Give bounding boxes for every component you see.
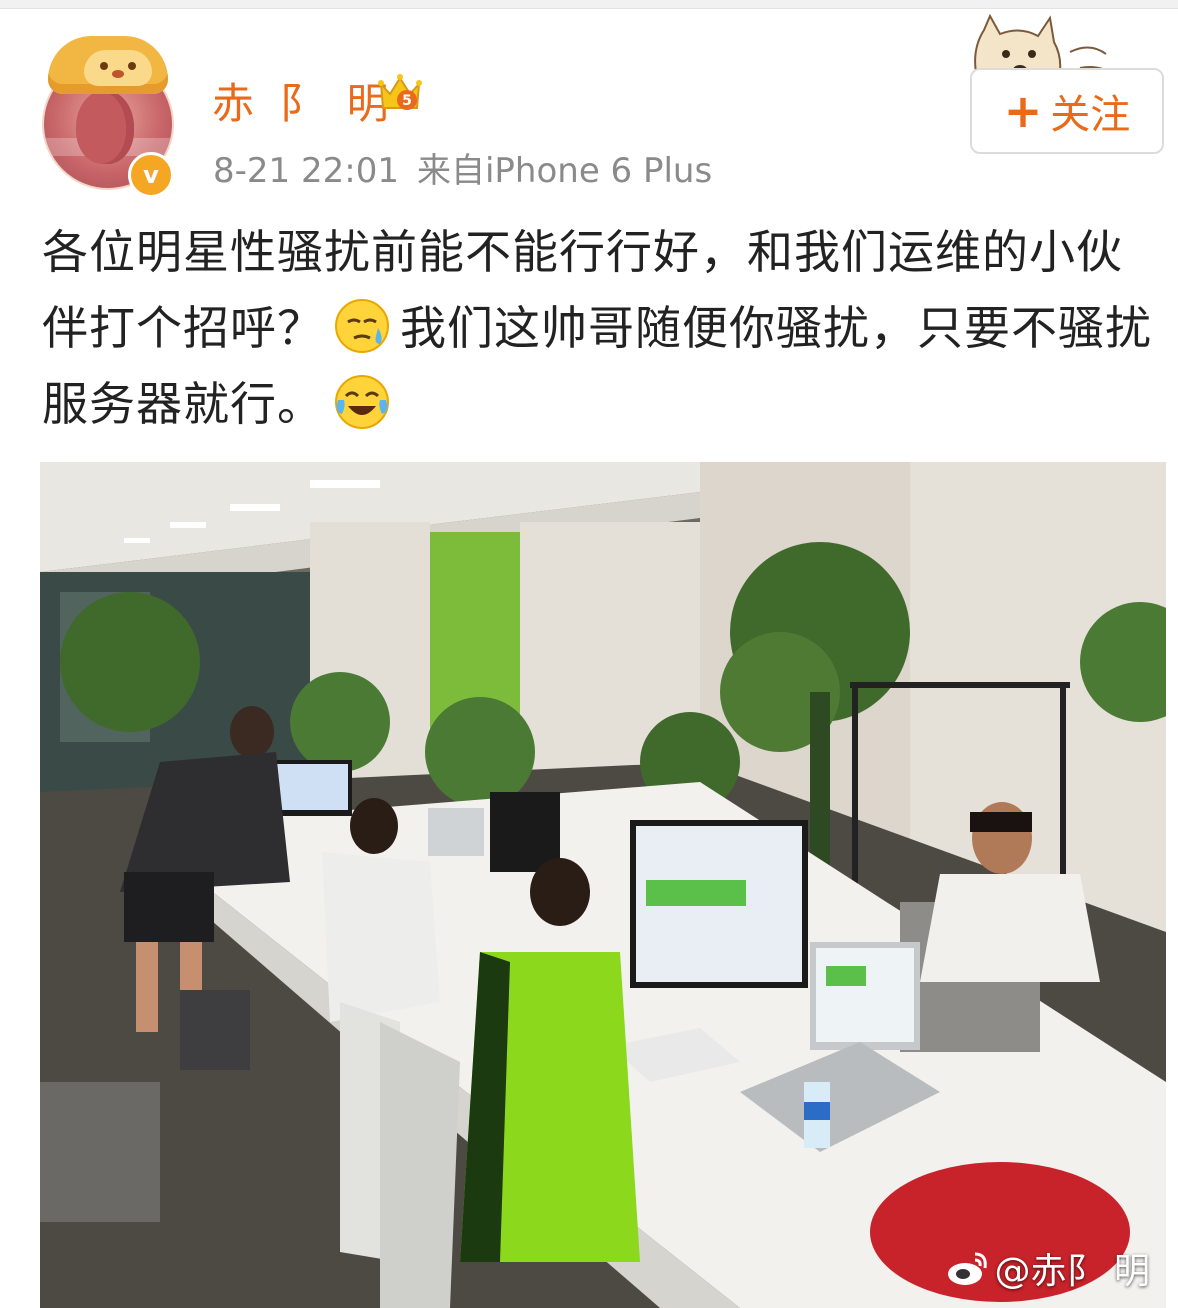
- post-source[interactable]: 来自iPhone 6 Plus: [417, 151, 712, 191]
- vip-crown-icon[interactable]: 5: [377, 70, 423, 116]
- plus-icon: +: [1003, 84, 1043, 138]
- post-photo[interactable]: @赤阝 明: [40, 462, 1166, 1308]
- sweat-face-icon: [335, 299, 389, 353]
- tears-of-joy-icon: [335, 375, 389, 429]
- follow-button[interactable]: + 关注: [970, 68, 1164, 154]
- office-photo: [40, 462, 1166, 1308]
- username[interactable]: 赤 阝 明: [212, 70, 395, 131]
- post-date: 8-21 22:01: [213, 151, 399, 191]
- lion-hood-decoration: [48, 36, 168, 94]
- photo-watermark: @赤阝 明: [945, 1242, 1150, 1294]
- weibo-logo-icon: [947, 1252, 987, 1285]
- vip-level: 5: [402, 93, 412, 109]
- post-text: 各位明星性骚扰前能不能行行好，和我们运维的小伙伴打个招呼？ 我们这帅哥随便你骚扰…: [42, 214, 1152, 442]
- verified-badge-icon: v: [128, 152, 174, 198]
- post-meta: 8-21 22:01 来自iPhone 6 Plus: [213, 143, 712, 192]
- top-divider: [0, 0, 1178, 9]
- follow-label: 关注: [1050, 92, 1131, 138]
- watermark-text: @赤阝 明: [994, 1251, 1150, 1292]
